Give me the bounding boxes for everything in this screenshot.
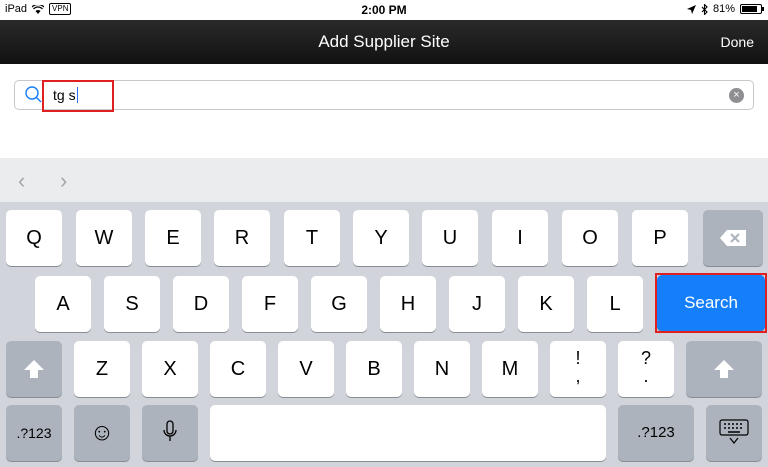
- key-s[interactable]: S: [104, 276, 160, 332]
- key-n[interactable]: N: [414, 341, 470, 397]
- previous-field-button[interactable]: ‹: [18, 168, 25, 194]
- location-icon: [686, 4, 696, 14]
- key-h[interactable]: H: [380, 276, 436, 332]
- hide-keyboard-key[interactable]: [706, 405, 762, 461]
- key-l[interactable]: L: [587, 276, 643, 332]
- key-period-label: .: [643, 366, 649, 386]
- search-highlight-box: [42, 80, 114, 112]
- key-exclaim-comma[interactable]: ! ,: [550, 341, 606, 397]
- key-q[interactable]: Q: [6, 210, 62, 266]
- backspace-icon: [720, 230, 746, 246]
- key-m[interactable]: M: [482, 341, 538, 397]
- key-d[interactable]: D: [173, 276, 229, 332]
- key-a[interactable]: A: [35, 276, 91, 332]
- key-i[interactable]: I: [492, 210, 548, 266]
- status-bar: iPad VPN 2:00 PM 81%: [0, 0, 768, 20]
- key-t[interactable]: T: [284, 210, 340, 266]
- battery-icon: [740, 4, 764, 14]
- done-button[interactable]: Done: [721, 34, 754, 50]
- key-g[interactable]: G: [311, 276, 367, 332]
- key-w[interactable]: W: [76, 210, 132, 266]
- shift-right-key[interactable]: [686, 341, 762, 397]
- emoji-icon: ☺: [89, 419, 115, 446]
- key-e[interactable]: E: [145, 210, 201, 266]
- key-question-label: ?: [640, 348, 651, 368]
- shift-left-key[interactable]: [6, 341, 62, 397]
- page-title: Add Supplier Site: [318, 32, 450, 51]
- numbers-left-key[interactable]: .?123: [6, 405, 62, 461]
- key-b[interactable]: B: [346, 341, 402, 397]
- key-c[interactable]: C: [210, 341, 266, 397]
- key-f[interactable]: F: [242, 276, 298, 332]
- key-u[interactable]: U: [422, 210, 478, 266]
- dictation-key[interactable]: [142, 405, 198, 461]
- key-v[interactable]: V: [278, 341, 334, 397]
- keyboard-toolbar: ‹ ›: [0, 158, 768, 202]
- key-exclaim-label: !: [575, 348, 581, 368]
- bluetooth-icon: [701, 3, 708, 15]
- key-y[interactable]: Y: [353, 210, 409, 266]
- space-bar[interactable]: [210, 405, 606, 461]
- key-comma-label: ,: [575, 366, 581, 386]
- emoji-key[interactable]: ☺: [74, 405, 130, 461]
- keyboard-dismiss-icon: [719, 419, 749, 444]
- shift-icon: [24, 360, 44, 378]
- battery-level: [742, 6, 757, 12]
- shift-icon: [714, 360, 734, 378]
- key-k[interactable]: K: [518, 276, 574, 332]
- key-j[interactable]: J: [449, 276, 505, 332]
- search-key-highlight-box: [655, 273, 767, 333]
- next-field-button[interactable]: ›: [60, 168, 67, 194]
- key-x[interactable]: X: [142, 341, 198, 397]
- key-r[interactable]: R: [214, 210, 270, 266]
- status-right: 81%: [686, 3, 764, 15]
- key-question-period[interactable]: ? .: [618, 341, 674, 397]
- clear-icon[interactable]: ×: [729, 88, 744, 103]
- numbers-right-key[interactable]: .?123: [618, 405, 694, 461]
- key-z[interactable]: Z: [74, 341, 130, 397]
- status-time: 2:00 PM: [361, 3, 407, 17]
- backspace-key[interactable]: [703, 210, 763, 266]
- key-p[interactable]: P: [632, 210, 688, 266]
- microphone-icon: [163, 420, 177, 441]
- search-field[interactable]: tg s ×: [14, 80, 754, 110]
- key-o[interactable]: O: [562, 210, 618, 266]
- navigation-bar: Add Supplier Site Done: [0, 20, 768, 64]
- search-icon: [25, 86, 42, 103]
- battery-percent: 81%: [712, 3, 735, 15]
